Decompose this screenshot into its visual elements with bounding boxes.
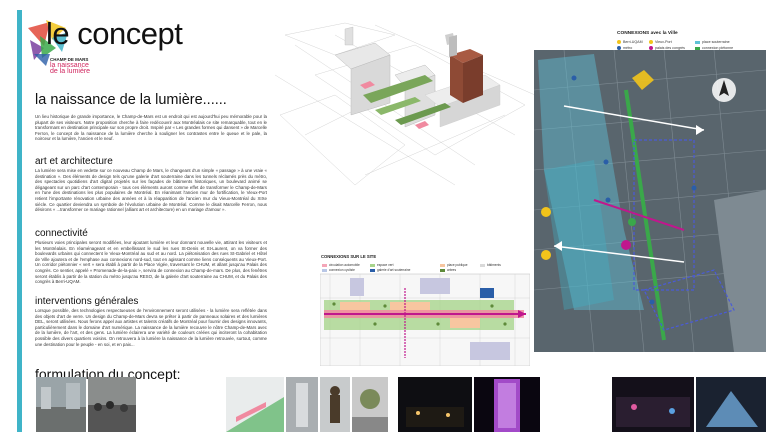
section-heading-connectivite: connectivité [35, 228, 88, 239]
photo-night-square [612, 377, 694, 432]
section-body-connectivite: Plusieurs voies principales seront modif… [35, 240, 267, 285]
aerial-legend-item: Vieux-Port [649, 40, 672, 45]
section-heading-art: art et architecture [35, 156, 113, 167]
site-plan-image [320, 273, 530, 366]
photo-crowd [88, 377, 136, 432]
intro-paragraph: Un lieu historique de grande importance,… [35, 114, 267, 142]
section-body-art: La lumière sera mise en vedette sur ce n… [35, 168, 267, 213]
section-body-interventions: Lorsque possible, des technologies respe… [35, 308, 267, 347]
photo-street [36, 377, 86, 432]
aerial-map-image [534, 50, 766, 352]
aerial-legend-item: Berri-UQAM [617, 40, 643, 45]
north-arrow-icon [712, 78, 736, 102]
photo-sculpture-glass [286, 377, 318, 432]
page-title: le concept [46, 16, 183, 51]
aerial-legend-item: place souterraine [695, 40, 730, 44]
photo-night-building [398, 377, 472, 432]
article-subtitle: la naissance de la lumière...... [35, 92, 227, 108]
aerial-legend-title: CONNEXIONS avec la Ville [617, 31, 678, 36]
accent-bar [17, 10, 22, 432]
photo-bronze-figure [320, 377, 350, 432]
logo-line-3: de la lumière [50, 68, 91, 75]
photo-park-night [352, 377, 388, 432]
photo-purple-tower [474, 377, 540, 432]
photo-glass-pavilion [696, 377, 766, 432]
model-3d-image [275, 22, 536, 186]
section-heading-interventions: interventions générales [35, 296, 139, 307]
photo-stairs [226, 377, 284, 432]
logo-caption: CHAMP DE MARS la naissance de la lumière [50, 57, 90, 75]
